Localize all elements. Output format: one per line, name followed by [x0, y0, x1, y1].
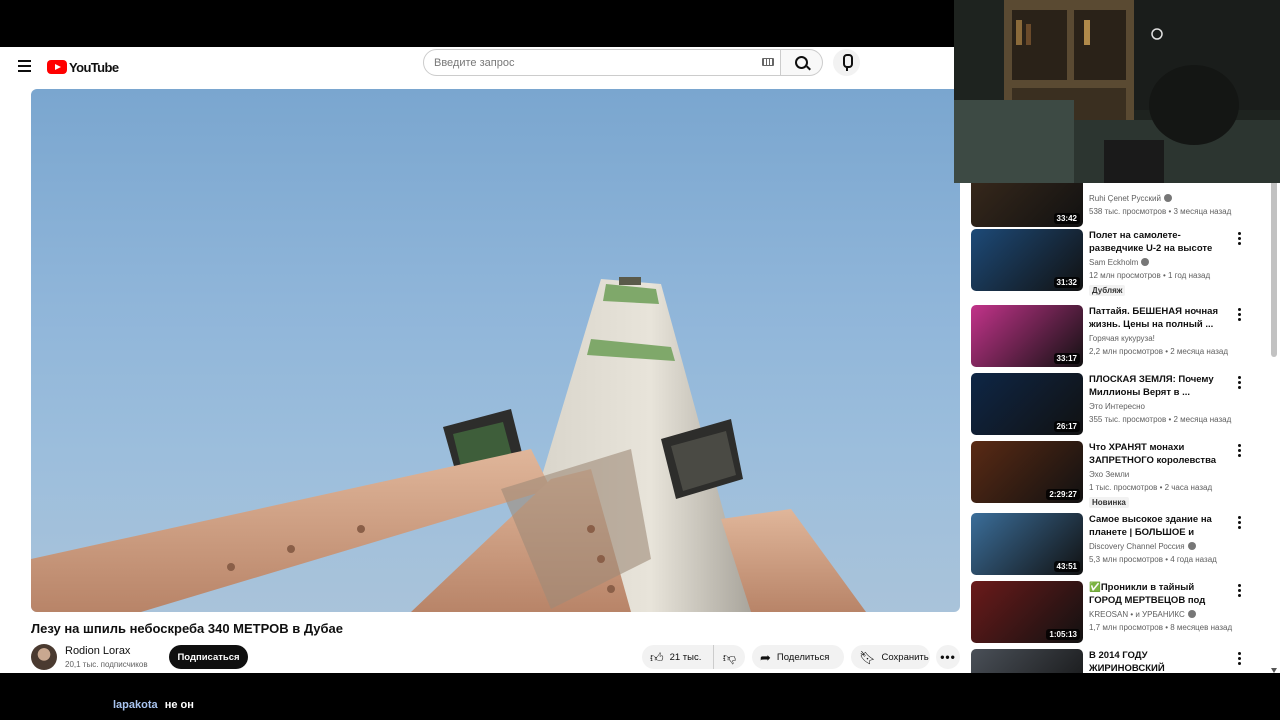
more-options-icon[interactable]: [1234, 515, 1244, 529]
video-frame: [31, 277, 866, 612]
voice-search-button[interactable]: [833, 49, 860, 76]
like-count: 21 тыс.: [669, 651, 702, 663]
recommendation-item[interactable]: 33:17 Паттайя. БЕШЕНАЯ ночная жизнь. Цены…: [971, 305, 1271, 369]
dislike-button[interactable]: 👎︎: [714, 645, 745, 669]
video-thumbnail[interactable]: 33:17: [971, 305, 1083, 367]
keyboard-icon[interactable]: [762, 58, 774, 66]
scroll-down-arrow-icon[interactable]: [1271, 668, 1277, 673]
recommendation-title[interactable]: ПЛОСКАЯ ЗЕМЛЯ: Почему Миллионы Верят в .…: [1089, 373, 1219, 399]
chat-username: lapakota: [113, 699, 158, 711]
recommendation-meta: 5,3 млн просмотров • 4 года назад: [1089, 555, 1217, 564]
verified-icon: [1141, 258, 1150, 266]
recommendation-title[interactable]: Что ХРАНЯТ монахи ЗАПРЕТНОГО королевства…: [1089, 441, 1219, 467]
recommendation-channel[interactable]: Эхо Земли: [1089, 470, 1129, 479]
more-options-icon[interactable]: [1234, 231, 1244, 245]
recommendation-meta: 2,2 млн просмотров • 2 месяца назад: [1089, 347, 1228, 356]
verified-icon: [1163, 194, 1172, 202]
subscriber-count: 20,1 тыс. подписчиков: [65, 660, 148, 669]
duration-badge: 26:17: [1053, 421, 1080, 432]
duration-badge: 43:51: [1053, 561, 1080, 572]
recommendation-channel[interactable]: Discovery Channel Россия: [1089, 542, 1196, 551]
more-actions-button[interactable]: •••: [936, 645, 960, 669]
recommendation-item[interactable]: 1:05:13 ✅Проникли в тайный ГОРОД МЕРТВЕЦО…: [971, 581, 1271, 645]
more-options-icon[interactable]: [1234, 651, 1244, 665]
webcam-image: [954, 0, 1280, 183]
youtube-play-icon: [47, 60, 67, 74]
recommendation-item[interactable]: 31:32 Полет на самолете-разведчике U-2 на…: [971, 229, 1271, 296]
video-thumbnail[interactable]: 26:17: [971, 373, 1083, 435]
thumbs-up-icon: 👍︎: [650, 649, 664, 665]
like-dislike-group: 👍︎ 21 тыс. 👎︎: [642, 645, 745, 669]
chat-text: не он: [164, 699, 194, 711]
masthead: YouTube Введите запрос: [0, 47, 954, 89]
share-button[interactable]: ➦ Поделиться: [752, 645, 844, 669]
search-input[interactable]: Введите запрос: [423, 49, 781, 76]
video-thumbnail[interactable]: 43:51: [971, 513, 1083, 575]
save-label: Сохранить: [881, 651, 929, 663]
video-thumbnail[interactable]: 33:42: [971, 182, 1083, 227]
recommendation-channel[interactable]: Горячая кукуруза!: [1089, 334, 1155, 343]
video-thumbnail[interactable]: 2:29:27: [971, 441, 1083, 503]
recommendation-meta: 538 тыс. просмотров • 3 месяца назад: [1089, 207, 1232, 216]
duration-badge: 33:42: [1053, 213, 1080, 224]
recommendation-meta: 355 тыс. просмотров • 2 месяца назад: [1089, 415, 1232, 424]
youtube-logo[interactable]: YouTube: [47, 55, 119, 79]
recommendation-item[interactable]: 43:51 Самое высокое здание на планете | Б…: [971, 513, 1271, 577]
video-title: Лезу на шпиль небоскреба 340 МЕТРОВ в Ду…: [31, 621, 343, 636]
recommendation-meta: 1 тыс. просмотров • 2 часа назад: [1089, 483, 1213, 492]
recommendation-title[interactable]: Паттайя. БЕШЕНАЯ ночная жизнь. Цены на п…: [1089, 305, 1219, 331]
subscribe-button[interactable]: Подписаться: [169, 645, 248, 669]
video-thumbnail[interactable]: 31:32: [971, 229, 1083, 291]
sidebar-scrollbar[interactable]: [1270, 177, 1278, 673]
recommendation-badge: Дубляж: [1089, 285, 1126, 296]
more-options-icon[interactable]: [1234, 375, 1244, 389]
video-thumbnail[interactable]: [971, 649, 1083, 673]
search-placeholder: Введите запрос: [434, 56, 515, 69]
verified-icon: [1187, 610, 1196, 618]
duration-badge: 33:17: [1053, 353, 1080, 364]
channel-name[interactable]: Rodion Lorax: [65, 645, 130, 657]
recommendation-item[interactable]: 2:29:27 Что ХРАНЯТ монахи ЗАПРЕТНОГО коро…: [971, 441, 1271, 508]
recommendation-channel[interactable]: Это Интересно: [1089, 402, 1145, 411]
recommendation-channel[interactable]: Sam Eckholm: [1089, 258, 1150, 267]
stream-frame: YouTube Введите запрос Лезу на шпиль неб…: [0, 0, 1280, 720]
share-icon: ➦: [760, 649, 771, 665]
duration-badge: 2:29:27: [1046, 489, 1080, 500]
more-options-icon[interactable]: [1234, 583, 1244, 597]
recommendation-badge: Новинка: [1089, 497, 1129, 508]
recommendation-title[interactable]: Полет на самолете-разведчике U-2 на высо…: [1089, 229, 1219, 255]
thumbs-down-icon: 👎︎: [722, 649, 737, 665]
video-player[interactable]: [31, 89, 960, 612]
recommendation-channel[interactable]: KREOSAN • и УРБАНИКС: [1089, 610, 1196, 619]
duration-badge: 1:05:13: [1046, 629, 1080, 640]
scroll-thumb[interactable]: [1271, 177, 1277, 357]
save-button[interactable]: 🔖︎ Сохранить: [851, 645, 930, 669]
more-options-icon[interactable]: [1234, 307, 1244, 321]
recommendation-title[interactable]: Самое высокое здание на планете | БОЛЬШО…: [1089, 513, 1219, 539]
channel-avatar[interactable]: [31, 644, 57, 670]
like-button[interactable]: 👍︎ 21 тыс.: [642, 645, 714, 669]
recommendation-meta: 1,7 млн просмотров • 8 месяцев назад: [1089, 623, 1233, 632]
recommendation-title[interactable]: ✅Проникли в тайный ГОРОД МЕРТВЕЦОВ под П…: [1089, 581, 1219, 607]
chat-message: lapakota не он: [113, 699, 194, 711]
duration-badge: 31:32: [1053, 277, 1080, 288]
share-label: Поделиться: [776, 651, 830, 663]
bookmark-icon: 🔖︎: [859, 649, 876, 665]
verified-icon: [1187, 542, 1196, 550]
recommendation-meta: 12 млн просмотров • 1 год назад: [1089, 271, 1211, 280]
menu-icon[interactable]: [14, 57, 34, 77]
search-button[interactable]: [781, 49, 823, 76]
logo-text: YouTube: [69, 59, 119, 75]
recommendation-item[interactable]: В 2014 ГОДУ ЖИРИНОВСКИЙ ПРИДУМАЛ ПЛАН, К…: [971, 649, 1271, 673]
video-thumbnail[interactable]: 1:05:13: [971, 581, 1083, 643]
recommendation-title[interactable]: В 2014 ГОДУ ЖИРИНОВСКИЙ ПРИДУМАЛ ПЛАН, К…: [1089, 649, 1219, 673]
recommendation-item[interactable]: 26:17 ПЛОСКАЯ ЗЕМЛЯ: Почему Миллионы Веря…: [971, 373, 1271, 437]
recommendation-channel[interactable]: Ruhi Çenet Русский: [1089, 194, 1172, 203]
recommendations-list: 33:42 Ruhi Çenet Русский 538 тыс. просмотр…: [964, 182, 1280, 673]
webcam-overlay: [954, 0, 1280, 183]
more-options-icon[interactable]: [1234, 443, 1244, 457]
